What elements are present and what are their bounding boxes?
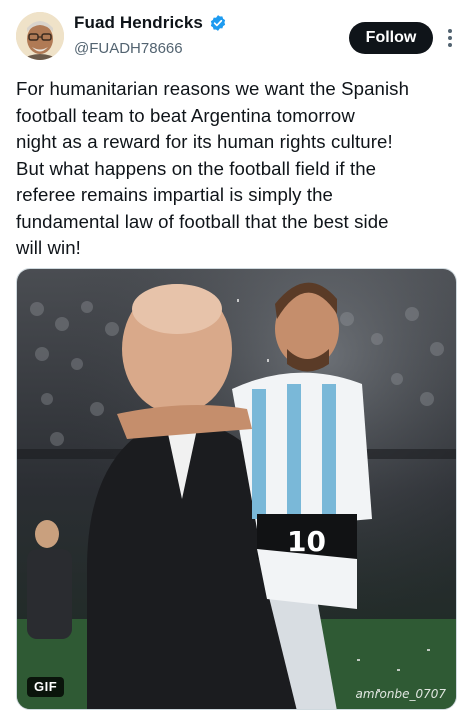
more-vertical-icon[interactable]	[441, 24, 459, 52]
gif-badge: GIF	[27, 677, 65, 697]
avatar-image	[16, 12, 64, 60]
follow-button[interactable]: Follow	[349, 22, 433, 54]
watermark: amronbe_0707	[355, 687, 446, 701]
media-gif[interactable]: 10 GIF amronbe_0707	[16, 268, 457, 710]
handle[interactable]: @FUADH78666	[74, 40, 183, 57]
tweet-text: For humanitarian reasons we want the Spa…	[16, 78, 410, 258]
gif-frame-image: 10	[17, 269, 456, 709]
verified-badge-icon	[209, 14, 227, 32]
name-row: Fuad Hendricks	[74, 13, 227, 33]
display-name[interactable]: Fuad Hendricks	[74, 13, 203, 33]
avatar[interactable]	[16, 12, 64, 60]
tweet-header: Fuad Hendricks @FUADH78666 Follow	[0, 0, 473, 70]
